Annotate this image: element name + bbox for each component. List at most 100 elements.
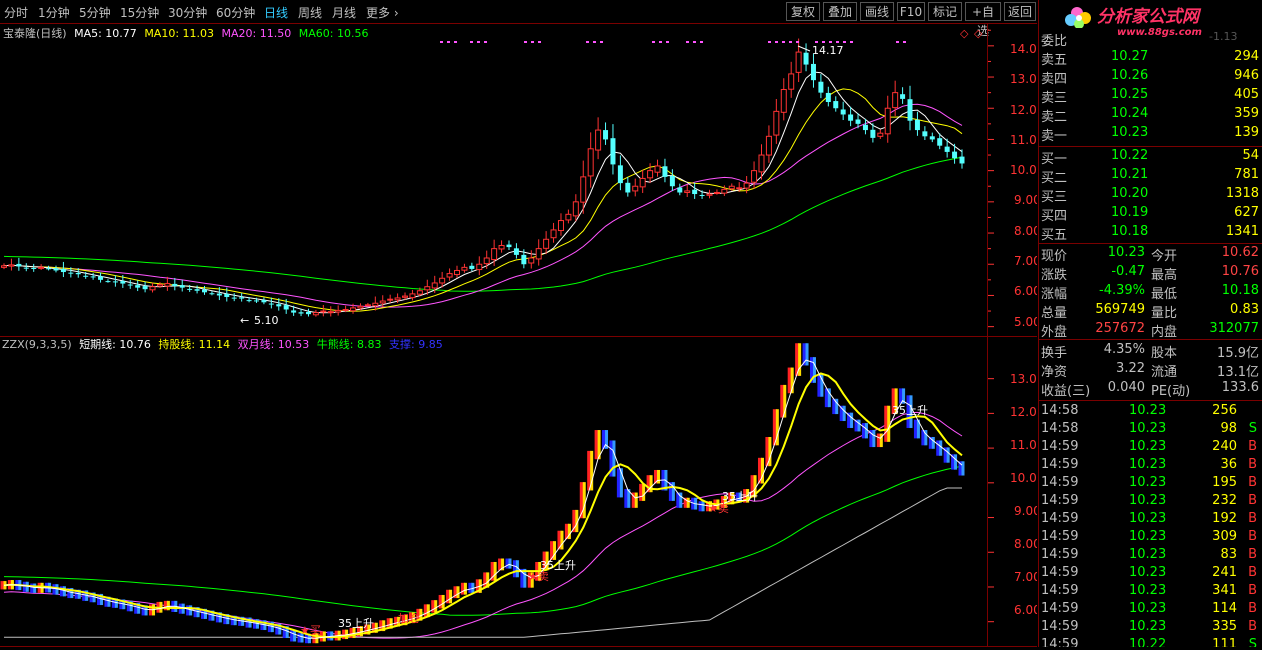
ind-price-label: 13.00 — [1010, 372, 1037, 386]
tick-row[interactable]: 14:59 10.22 111 S — [1039, 637, 1262, 647]
adjust-button[interactable]: 复权 — [786, 2, 820, 21]
candle-body — [944, 146, 950, 152]
tick-time: 14:58 — [1041, 403, 1079, 418]
zzx-bar — [33, 583, 37, 593]
zzx-bar — [842, 405, 846, 422]
tick-volume: 192 — [1212, 511, 1237, 526]
buy-level-row[interactable]: 买二 10.21 781 — [1039, 167, 1262, 186]
sell-level-row[interactable]: 卖一 10.23 139 — [1039, 125, 1262, 144]
tab-daily[interactable]: 日线 — [264, 4, 288, 21]
tab-5min[interactable]: 5分钟 — [79, 4, 111, 21]
zzx-bar — [560, 530, 564, 550]
wei-bi-cut: -1.13 — [1209, 30, 1238, 43]
back-button[interactable]: 返回 — [1004, 2, 1036, 21]
tab-weekly[interactable]: 周线 — [298, 4, 322, 21]
candle-body — [424, 286, 431, 291]
wei-bi-label: 委比 — [1041, 34, 1068, 49]
candle-body — [364, 304, 371, 307]
tick-row[interactable]: 14:59 10.23 36 B — [1039, 457, 1262, 475]
add-favorite-button[interactable]: +自选 — [965, 2, 1001, 38]
tab-30min[interactable]: 30分钟 — [168, 4, 207, 21]
candle-body — [610, 138, 616, 165]
candle-body — [617, 165, 623, 184]
fundamental-row: 净资 3.22 流通 13.1亿 — [1039, 361, 1262, 380]
level-price: 10.23 — [1111, 125, 1149, 140]
tick-price: 10.23 — [1129, 511, 1167, 526]
tick-row[interactable]: 14:58 10.23 256 — [1039, 403, 1262, 421]
signal-dot — [700, 41, 703, 43]
stat-value: -0.47 — [1111, 264, 1145, 279]
sell-level-row[interactable]: 卖二 10.24 359 — [1039, 106, 1262, 125]
tab-1min[interactable]: 1分钟 — [38, 4, 70, 21]
zzx-bar — [760, 457, 764, 484]
tick-row[interactable]: 14:58 10.23 98 S — [1039, 421, 1262, 439]
mark-button[interactable]: 标记 — [928, 2, 962, 21]
sell-level-row[interactable]: 卖五 10.27 294 — [1039, 49, 1262, 68]
tick-time: 14:59 — [1041, 637, 1079, 647]
candle-body — [379, 300, 386, 304]
low-marker-arrow: ← — [240, 314, 249, 327]
tab-60min[interactable]: 60分钟 — [216, 4, 255, 21]
signal-label: ★卖 — [708, 502, 729, 515]
candle-body — [253, 300, 259, 302]
f10-button[interactable]: F10 — [897, 2, 925, 21]
candle-body — [335, 309, 342, 313]
tick-price: 10.23 — [1129, 583, 1167, 598]
tick-row[interactable]: 14:59 10.23 241 B — [1039, 565, 1262, 583]
ind-price-label: 10.00 — [1010, 471, 1037, 485]
tab-monthly[interactable]: 月线 — [332, 4, 356, 21]
tick-price: 10.23 — [1129, 421, 1167, 436]
tick-price: 10.23 — [1129, 529, 1167, 544]
chart-area[interactable]: 宝泰隆(日线) MA5: 10.77 MA10: 11.03 MA20: 11.… — [0, 24, 1044, 647]
signal-dot — [896, 41, 899, 43]
ma20-line — [3, 103, 963, 308]
zzx-bar — [493, 561, 497, 581]
tick-time: 14:59 — [1041, 475, 1079, 490]
tick-row[interactable]: 14:59 10.23 335 B — [1039, 619, 1262, 637]
stat-label: 总量 — [1041, 306, 1068, 321]
tick-row[interactable]: 14:59 10.23 341 B — [1039, 583, 1262, 601]
level-volume: 405 — [1234, 87, 1259, 102]
buy-level-row[interactable]: 买三 10.20 1318 — [1039, 186, 1262, 205]
tick-volume: 98 — [1220, 421, 1237, 436]
tick-row[interactable]: 14:59 10.23 240 B — [1039, 439, 1262, 457]
tick-row[interactable]: 14:59 10.23 114 B — [1039, 601, 1262, 619]
buy-level-row[interactable]: 买四 10.19 627 — [1039, 205, 1262, 224]
legend-ma20: MA20: 11.50 — [222, 27, 292, 40]
candle-body — [736, 187, 743, 190]
overlay-button[interactable]: 叠加 — [823, 2, 857, 21]
signal-dot — [531, 41, 534, 43]
zzx-bar — [642, 483, 646, 501]
candle-body — [476, 263, 483, 271]
tab-15min[interactable]: 15分钟 — [120, 4, 159, 21]
sell-level-row[interactable]: 卖四 10.26 946 — [1039, 68, 1262, 87]
tab-more[interactable]: 更多 › — [366, 4, 399, 21]
diamond-icon[interactable]: ◇ — [974, 27, 983, 40]
candle-body — [261, 300, 267, 303]
zzx-bar — [686, 497, 690, 508]
sell-level-row[interactable]: 卖三 10.25 405 — [1039, 87, 1262, 106]
diamond-icon[interactable]: ◇ — [960, 27, 969, 40]
buy-level-row[interactable]: 买五 10.18 1341 — [1039, 224, 1262, 243]
tick-row[interactable]: 14:59 10.23 195 B — [1039, 475, 1262, 493]
tick-time: 14:59 — [1041, 601, 1079, 616]
draw-line-button[interactable]: 画线 — [860, 2, 894, 21]
candle-body — [795, 51, 802, 73]
candle-body — [580, 176, 587, 203]
tick-row[interactable]: 14:59 10.23 232 B — [1039, 493, 1262, 511]
candle-body — [135, 285, 141, 288]
tick-row[interactable]: 14:59 10.23 309 B — [1039, 529, 1262, 547]
candle-body — [572, 201, 579, 217]
tab-minute[interactable]: 分时 — [4, 4, 28, 21]
tick-row[interactable]: 14:59 10.23 192 B — [1039, 511, 1262, 529]
kline-chart-svg[interactable]: 宝泰隆(日线) MA5: 10.77 MA10: 11.03 MA20: 11.… — [0, 24, 1044, 647]
signal-dot — [789, 41, 792, 43]
candle-body — [461, 266, 468, 271]
fundamental-row: 收益(三) 0.040 PE(动) 133.6 — [1039, 380, 1262, 399]
zzx-bar — [434, 600, 438, 613]
tick-row[interactable]: 14:59 10.23 83 B — [1039, 547, 1262, 565]
buy-level-row[interactable]: 买一 10.22 54 — [1039, 148, 1262, 167]
tick-volume: 256 — [1212, 403, 1237, 418]
zzx-bar — [456, 586, 460, 599]
candle-body — [937, 138, 943, 146]
